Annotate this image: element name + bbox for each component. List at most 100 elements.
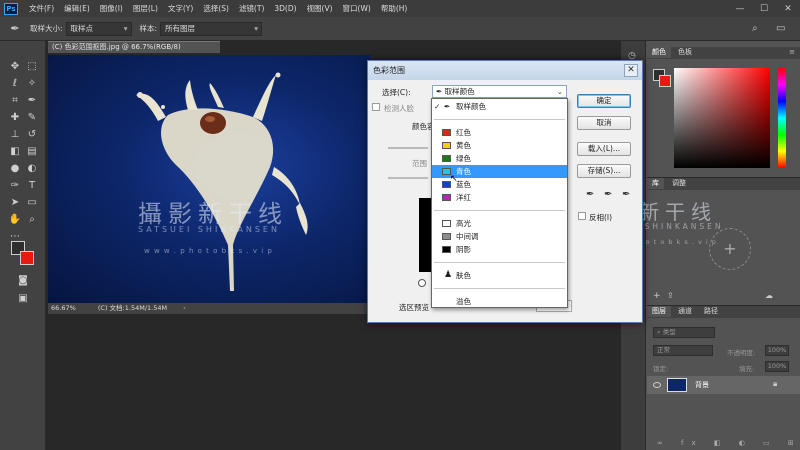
- color-picker-field[interactable]: [674, 68, 770, 168]
- menu-select[interactable]: 选择(S): [198, 3, 234, 14]
- tolerance-slider[interactable]: [388, 147, 428, 149]
- dropdown-item-sampled-colors[interactable]: ✓ ✒ 取样颜色: [432, 100, 567, 113]
- pen-tool-icon[interactable]: ✑: [7, 178, 23, 194]
- layer-kind-filter[interactable]: ⌕ 类型: [653, 327, 715, 338]
- save-button[interactable]: 存储(S)...: [577, 164, 631, 178]
- fill-input[interactable]: 100%: [765, 361, 789, 372]
- stamp-tool-icon[interactable]: ⊥: [7, 127, 23, 143]
- shape-tool-icon[interactable]: ▭: [24, 195, 40, 211]
- crop-tool-icon[interactable]: ⌗: [7, 93, 23, 109]
- menu-type[interactable]: 文字(Y): [163, 3, 198, 14]
- load-button[interactable]: 载入(L)...: [577, 142, 631, 156]
- lasso-tool-icon[interactable]: ℓ: [7, 76, 23, 92]
- add-icon[interactable]: +: [653, 291, 661, 301]
- dialog-close-button[interactable]: ✕: [624, 64, 638, 77]
- ok-button[interactable]: 确定: [577, 94, 631, 108]
- menu-file[interactable]: 文件(F): [24, 3, 59, 14]
- dropdown-item-magentas[interactable]: 洋红: [432, 191, 567, 204]
- image-canvas[interactable]: 攝影新干线 SATSUEI SHINKANSEN w w w . p h o t…: [48, 55, 370, 303]
- marquee-tool-icon[interactable]: ⬚: [24, 59, 40, 75]
- document-tab[interactable]: (C) 色彩范围抠图.jpg @ 66.7%(RGB/8): [48, 41, 220, 53]
- type-tool-icon[interactable]: T: [24, 178, 40, 194]
- brush-tool-icon[interactable]: ✎: [24, 110, 40, 126]
- eyedropper-icon-1[interactable]: ✒: [586, 189, 594, 200]
- menu-3d[interactable]: 3D(D): [269, 4, 301, 13]
- tab-swatches[interactable]: 色板: [673, 47, 697, 58]
- eyedropper-icon[interactable]: ✒: [0, 22, 30, 35]
- status-arrow-icon[interactable]: ›: [183, 304, 186, 312]
- tab-paths[interactable]: 路径: [699, 306, 723, 317]
- path-select-icon[interactable]: ➤: [7, 195, 23, 211]
- tab-layers[interactable]: 图层: [647, 306, 671, 317]
- panel-background-swatch[interactable]: [659, 75, 671, 87]
- zoom-tool-icon[interactable]: ⌕: [24, 212, 40, 228]
- search-icon[interactable]: ⌕: [752, 23, 776, 34]
- maximize-button[interactable]: ☐: [752, 4, 776, 14]
- tab-adjustments[interactable]: 调整: [667, 178, 691, 189]
- dropdown-item-midtones[interactable]: 中间调: [432, 230, 567, 243]
- tab-libraries[interactable]: 库: [647, 178, 664, 189]
- hue-slider[interactable]: [778, 68, 786, 168]
- menu-edit[interactable]: 编辑(E): [59, 3, 95, 14]
- minimize-button[interactable]: —: [728, 4, 752, 14]
- hand-tool-icon[interactable]: ✋: [7, 212, 23, 228]
- dropdown-item-greens[interactable]: 绿色: [432, 152, 567, 165]
- dropdown-item-label: 红色: [456, 128, 471, 137]
- layer-row-background[interactable]: 背景 🔒︎: [647, 376, 800, 394]
- dropdown-item-shadows[interactable]: 阴影: [432, 243, 567, 256]
- dropdown-separator: [434, 262, 565, 263]
- dodge-tool-icon[interactable]: ◐: [24, 161, 40, 177]
- menu-image[interactable]: 图像(I): [95, 3, 128, 14]
- highlight-swatch: [442, 220, 451, 227]
- layer-actions-icons[interactable]: ∞ fx ◧ ◐ ▭ ⊞ 🗑︎: [657, 439, 800, 447]
- layers-panel-tabbar: 图层 通道 路径: [647, 306, 800, 318]
- magic-wand-icon[interactable]: ✧: [24, 76, 40, 92]
- dropdown-item-highlights[interactable]: 高光: [432, 217, 567, 230]
- cloud-icon[interactable]: ☁: [765, 291, 773, 300]
- panel-menu-icon[interactable]: ≡: [784, 47, 800, 58]
- screen-mode-icon[interactable]: ▣: [15, 291, 31, 307]
- sample-layers-dropdown[interactable]: 所有图层: [160, 21, 263, 36]
- dropdown-item-yellows[interactable]: 黄色: [432, 139, 567, 152]
- menu-help[interactable]: 帮助(H): [376, 3, 413, 14]
- menu-window[interactable]: 窗口(W): [338, 3, 376, 14]
- detect-faces-checkbox[interactable]: [372, 103, 380, 111]
- invert-checkbox[interactable]: [578, 212, 586, 220]
- healing-tool-icon[interactable]: ✚: [7, 110, 23, 126]
- sample-size-dropdown[interactable]: 取样点: [65, 21, 132, 36]
- dropdown-item-reds[interactable]: 红色: [432, 126, 567, 139]
- dropdown-item-skin-tones[interactable]: ♟ 肤色: [432, 269, 567, 282]
- layer-name[interactable]: 背景: [695, 380, 709, 390]
- select-dropdown[interactable]: ✒ 取样颜色 ⌄: [432, 85, 567, 98]
- dialog-titlebar[interactable]: 色彩范围: [368, 61, 642, 80]
- eyedropper-add-icon[interactable]: ✒: [604, 189, 612, 200]
- menu-layer[interactable]: 图层(L): [128, 3, 163, 14]
- zoom-level[interactable]: 66.67%: [51, 304, 76, 312]
- add-library-icon[interactable]: +: [709, 228, 751, 270]
- blur-tool-icon[interactable]: ●: [7, 161, 23, 177]
- quick-mask-icon[interactable]: ◙: [15, 273, 31, 289]
- blend-mode-dropdown[interactable]: 正常: [653, 345, 713, 356]
- dropdown-item-out-of-gamut[interactable]: 溢色: [432, 295, 567, 308]
- eyedropper-subtract-icon[interactable]: ✒: [622, 189, 630, 200]
- opacity-input[interactable]: 100%: [765, 345, 789, 356]
- workspace-icon[interactable]: ▭: [776, 23, 800, 34]
- upload-icon[interactable]: ⇪: [667, 291, 674, 300]
- history-brush-icon[interactable]: ↺: [24, 127, 40, 143]
- menu-filter[interactable]: 滤镜(T): [234, 3, 269, 14]
- eraser-tool-icon[interactable]: ◧: [7, 144, 23, 160]
- tab-color[interactable]: 颜色: [647, 47, 671, 58]
- person-icon: ♟: [444, 270, 453, 280]
- sample-label: 样本:: [139, 24, 158, 33]
- close-button[interactable]: ✕: [776, 4, 800, 14]
- move-tool-icon[interactable]: ✥: [7, 59, 23, 75]
- range-slider[interactable]: [388, 177, 428, 179]
- tab-channels[interactable]: 通道: [673, 306, 697, 317]
- menu-view[interactable]: 视图(V): [302, 3, 338, 14]
- gradient-tool-icon[interactable]: ▤: [24, 144, 40, 160]
- background-color-swatch[interactable]: [20, 251, 34, 265]
- selection-radio[interactable]: [418, 279, 426, 287]
- eyedropper-tool-icon[interactable]: ✒: [24, 93, 40, 109]
- cancel-button[interactable]: 取消: [577, 116, 631, 130]
- visibility-eye-icon[interactable]: [653, 382, 661, 388]
